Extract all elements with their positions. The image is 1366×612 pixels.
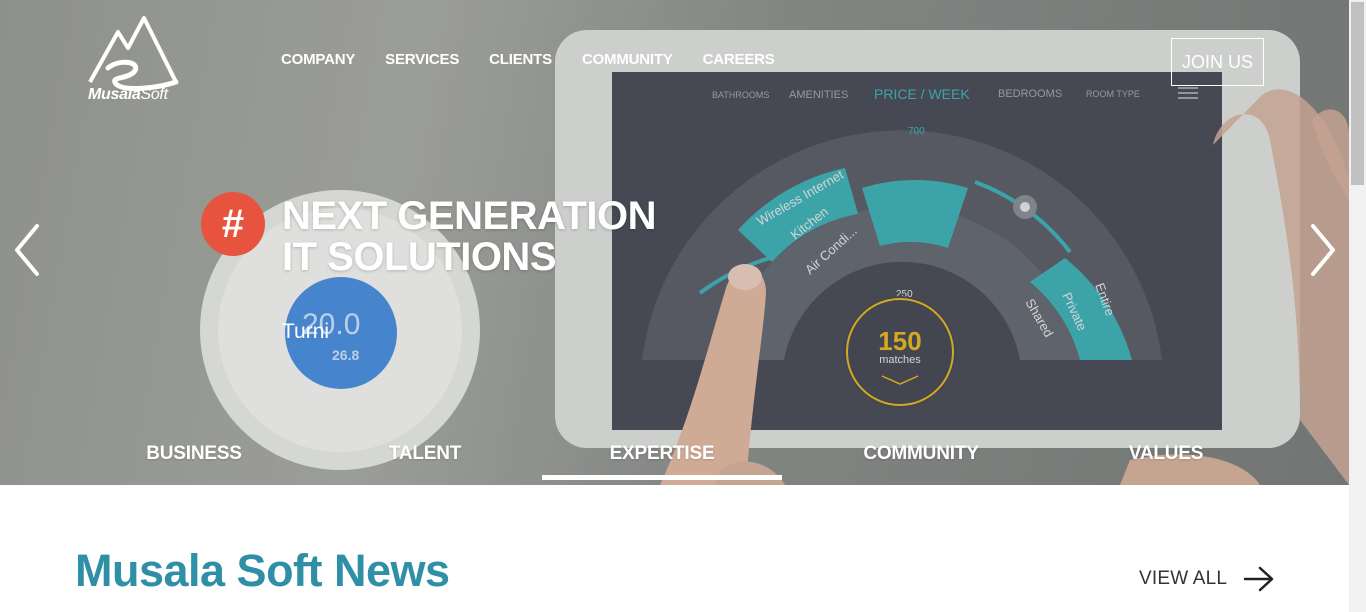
tab-community[interactable]: COMMUNITY [863,443,979,465]
join-us-button[interactable]: JOIN US [1171,38,1264,86]
hero-overlay [0,0,1349,485]
hero-tabs: BUSINESS TALENT EXPERTISE COMMUNITY VALU… [0,440,1349,485]
hero-headline-line-2: IT SOLUTIONS [282,235,557,279]
hero-subline: Turni [282,320,330,343]
nav-item-community[interactable]: COMMUNITY [582,51,673,68]
logo-brand-bold: Musala [88,86,141,103]
nav-item-clients[interactable]: CLIENTS [489,51,552,68]
logo-wordmark[interactable]: MusalaSoft [88,86,168,104]
main-nav: COMPANY SERVICES CLIENTS COMMUNITY CAREE… [281,51,805,68]
slider-next-arrow-icon[interactable] [1308,222,1338,278]
scrollbar-thumb[interactable] [1351,2,1364,185]
view-all-link[interactable]: VIEW ALL [1139,566,1275,592]
slider-prev-arrow-icon[interactable] [12,222,42,278]
view-all-label: VIEW ALL [1139,568,1228,589]
nav-item-company[interactable]: COMPANY [281,51,355,68]
logo-brand-light: Soft [140,86,168,103]
tab-business[interactable]: BUSINESS [146,443,242,465]
nav-item-careers[interactable]: CAREERS [703,51,775,68]
nav-item-services[interactable]: SERVICES [385,51,459,68]
tab-talent[interactable]: TALENT [389,443,462,465]
hashtag-badge: # [201,192,265,256]
news-section-title: Musala Soft News [75,545,450,596]
page: 20.0 26.8 BATHROOMS AMENITIES PRICE / WE… [0,0,1366,612]
tab-expertise[interactable]: EXPERTISE [610,443,715,465]
hero-headline: NEXT GENERATION IT SOLUTIONS [282,194,657,279]
arrow-right-icon [1243,566,1274,592]
hero-slider: 20.0 26.8 BATHROOMS AMENITIES PRICE / WE… [0,0,1349,485]
page-scrollbar[interactable] [1349,0,1366,612]
active-tab-indicator [542,475,782,480]
tab-values[interactable]: VALUES [1129,443,1204,465]
hero-headline-line-1: NEXT GENERATION [282,194,657,238]
